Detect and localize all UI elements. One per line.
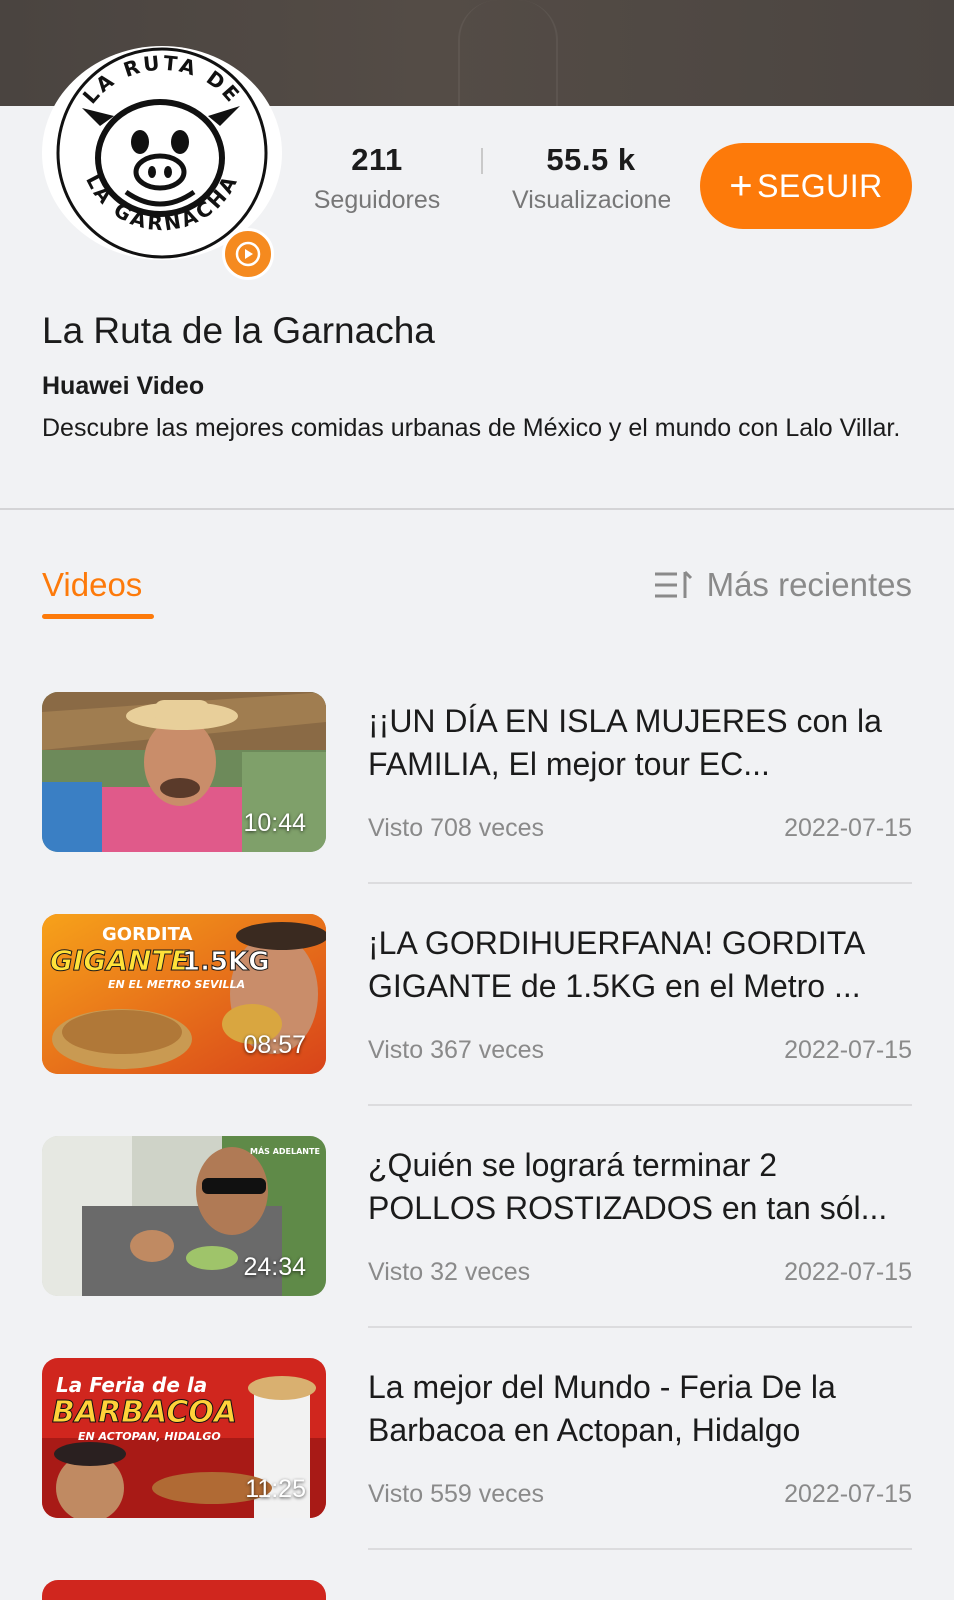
views-count: 55.5 k [546, 142, 636, 177]
video-title[interactable]: ¡LA GORDIHUERFANA! GORDITA GIGANTE de 1.… [368, 922, 912, 1008]
video-item[interactable]: 10:44 ¡¡UN DÍA EN ISLA MUJERES con la FA… [42, 692, 912, 884]
list-divider [368, 1548, 912, 1550]
views-label: Visualizaciones [512, 186, 670, 214]
thumb-text: GORDITA [102, 924, 192, 945]
list-divider [368, 882, 912, 884]
tab-active-indicator [42, 614, 154, 619]
thumb-text: La Feria de la [56, 1373, 207, 1397]
video-item[interactable]: GORDITA GIGANTE 1.5KG EN EL METRO SEVILL… [42, 914, 912, 1106]
thumb-text: GIGANTE [50, 944, 190, 977]
plus-icon: + [729, 164, 754, 208]
video-title[interactable]: ¡¡UN DÍA EN ISLA MUJERES con la FAMILIA,… [368, 700, 912, 786]
stats-divider [481, 148, 483, 174]
follow-button[interactable]: + SEGUIR [700, 143, 912, 229]
thumb-text: MÁS ADELANTE [250, 1145, 320, 1156]
banner-decoration [458, 0, 558, 106]
video-date: 2022-07-15 [784, 1258, 912, 1286]
thumb-text: EN EL METRO SEVILLA [108, 978, 245, 991]
play-badge-icon [222, 228, 274, 280]
list-divider [368, 1326, 912, 1328]
video-thumbnail[interactable]: La Feria de la BARBACOA EN ACTOPAN, HIDA… [42, 1358, 326, 1518]
video-date: 2022-07-15 [784, 1036, 912, 1064]
video-title[interactable]: La mejor del Mundo - Feria De la Barbaco… [368, 1366, 912, 1452]
video-views: Visto 32 veces [368, 1258, 531, 1286]
followers-count: 211 [351, 142, 403, 177]
followers-stat: 211 Seguidores [306, 142, 448, 215]
video-date: 2022-07-15 [784, 814, 912, 842]
video-item[interactable]: La Feria de la BARBACOA EN ACTOPAN, HIDA… [42, 1358, 912, 1550]
followers-label: Seguidores [313, 186, 441, 214]
video-duration: 08:57 [243, 1031, 306, 1059]
sort-button[interactable]: Más recientes [653, 566, 912, 604]
sort-label: Más recientes [706, 566, 912, 603]
sort-icon [654, 570, 692, 598]
thumb-text: BARBACOA [52, 1395, 237, 1430]
video-duration: 24:34 [243, 1253, 306, 1281]
video-views: Visto 559 veces [368, 1480, 545, 1508]
list-divider [368, 1104, 912, 1106]
video-views: Visto 708 veces [368, 814, 545, 842]
channel-description: Descubre las mejores comidas urbanas de … [42, 414, 901, 442]
channel-provider: Huawei Video [42, 372, 205, 400]
video-item[interactable]: MÁS ADELANTE 24:34 ¿Quién se logrará ter… [42, 1136, 912, 1328]
video-views: Visto 367 veces [368, 1036, 545, 1064]
video-title[interactable]: ¿Quién se logrará terminar 2 POLLOS ROST… [368, 1144, 912, 1230]
video-thumbnail[interactable]: MÁS ADELANTE 24:34 [42, 1136, 326, 1296]
views-stat: 55.5 k Visualizaciones [512, 142, 670, 215]
video-thumbnail[interactable]: GORDITA GIGANTE 1.5KG EN EL METRO SEVILL… [42, 914, 326, 1074]
video-duration: 10:44 [243, 809, 306, 837]
section-divider [0, 508, 954, 510]
video-thumbnail[interactable]: 10:44 [42, 692, 326, 852]
thumb-text: EN ACTOPAN, HIDALGO [78, 1430, 221, 1443]
follow-button-label: SEGUIR [757, 167, 883, 204]
thumb-text: 1.5KG [182, 947, 270, 977]
video-duration: 11:25 [245, 1475, 306, 1503]
tab-videos[interactable]: Videos [42, 566, 142, 604]
video-thumbnail-partial[interactable] [42, 1580, 326, 1600]
video-date: 2022-07-15 [784, 1480, 912, 1508]
channel-name: La Ruta de la Garnacha [42, 310, 435, 351]
